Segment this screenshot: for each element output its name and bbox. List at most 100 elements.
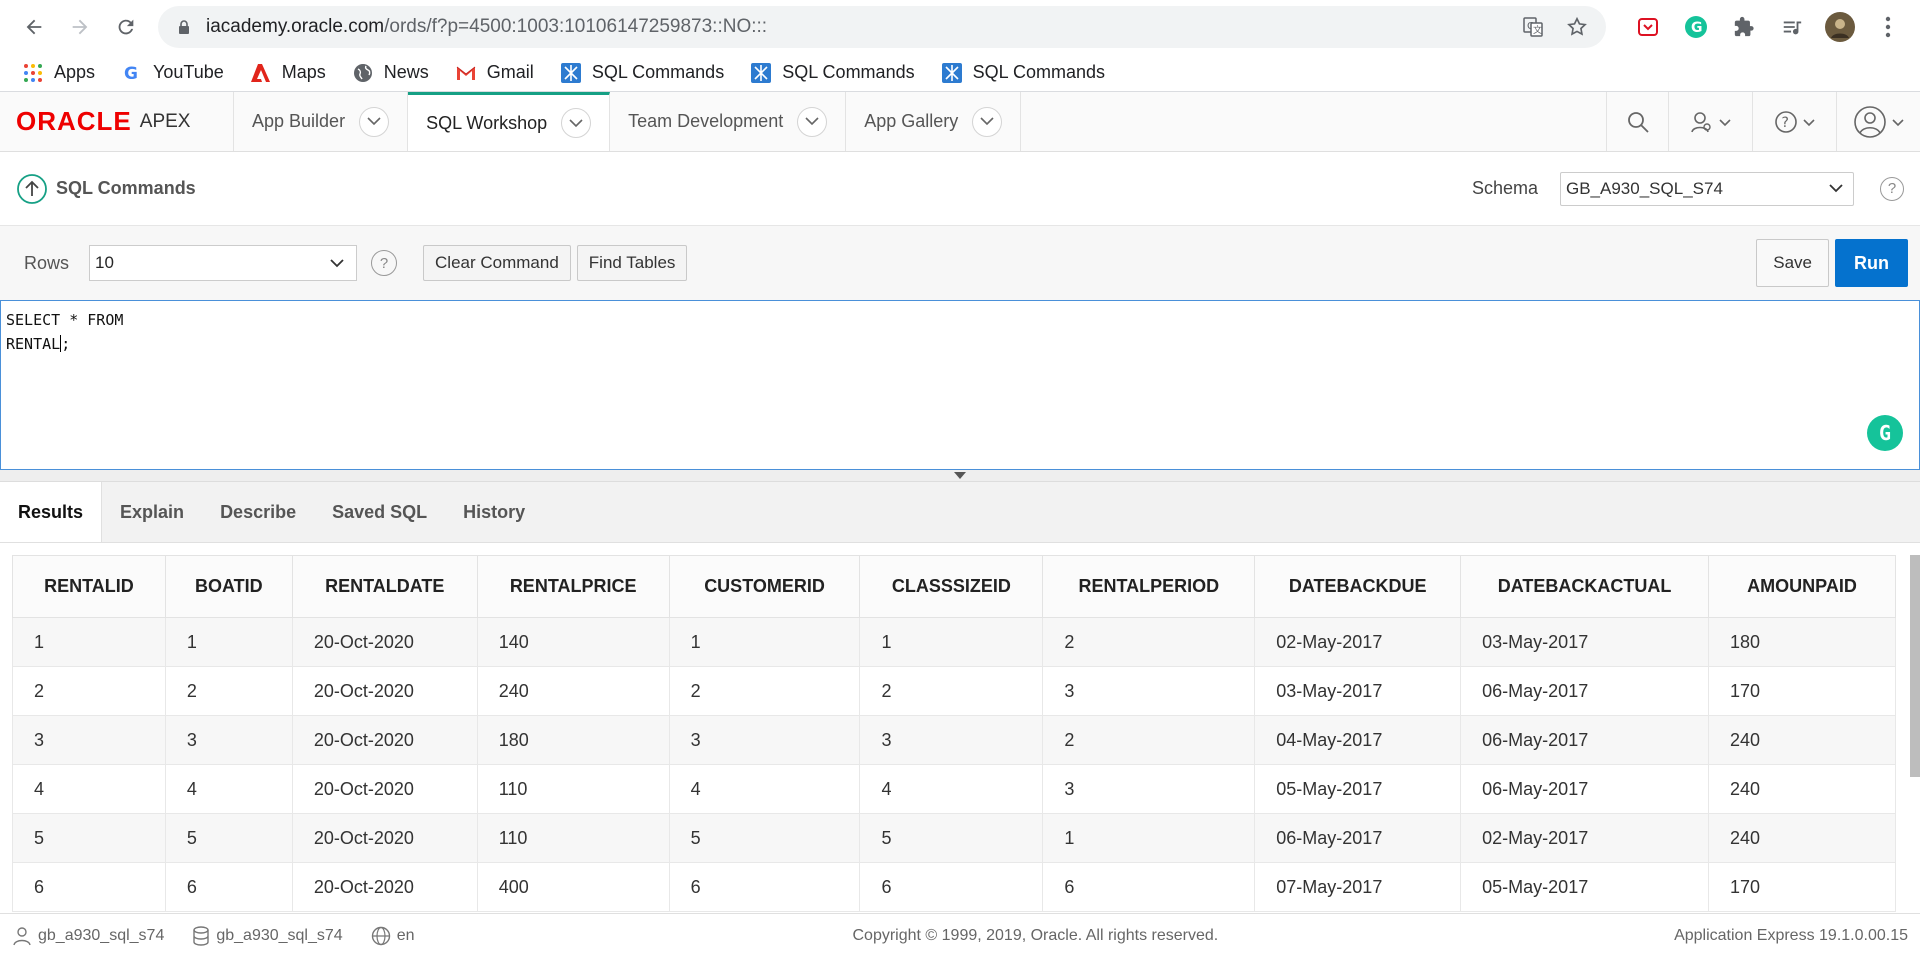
browser-toolbar: iacademy.oracle.com/ords/f?p=4500:1003:1… xyxy=(0,0,1920,54)
clear-command-button[interactable]: Clear Command xyxy=(423,245,571,281)
tab-history[interactable]: History xyxy=(445,482,543,542)
column-header-rentalprice[interactable]: RENTALPRICE xyxy=(476,555,670,618)
column-header-boatid[interactable]: BOATID xyxy=(164,555,293,618)
table-cell: 5 xyxy=(859,813,1044,863)
bookmark-star-icon[interactable] xyxy=(1562,12,1592,42)
chrome-menu-icon[interactable] xyxy=(1870,9,1906,45)
run-button[interactable]: Run xyxy=(1835,239,1908,287)
reload-icon xyxy=(118,19,134,35)
schema-select[interactable]: GB_A930_SQL_S74 xyxy=(1560,171,1854,206)
page-title-bar: SQL Commands Schema GB_A930_SQL_S74 ? xyxy=(0,152,1920,226)
svg-text:G: G xyxy=(1691,20,1703,36)
tab-sql-workshop[interactable]: SQL Workshop xyxy=(408,92,611,151)
bookmark-sql-commands-3[interactable]: SQL Commands xyxy=(941,62,1105,84)
search-button[interactable] xyxy=(1606,92,1668,151)
bookmark-apps[interactable]: Apps xyxy=(22,62,95,84)
column-header-rentaldate[interactable]: RENTALDATE xyxy=(291,555,478,618)
tab-saved-sql[interactable]: Saved SQL xyxy=(314,482,445,542)
bookmark-maps[interactable]: Maps xyxy=(250,62,326,84)
table-cell: 03-May-2017 xyxy=(1254,666,1462,716)
table-cell: 02-May-2017 xyxy=(1254,617,1462,667)
column-header-rentalid[interactable]: RENTALID xyxy=(12,555,166,618)
rows-help-icon[interactable]: ? xyxy=(371,250,398,276)
editor-splitter[interactable] xyxy=(0,470,1920,482)
bookmark-label: Maps xyxy=(281,62,326,82)
bookmark-youtube[interactable]: G YouTube xyxy=(121,62,224,84)
tab-label: App Builder xyxy=(252,111,346,131)
chevron-down-icon[interactable] xyxy=(561,108,592,138)
find-tables-button[interactable]: Find Tables xyxy=(576,245,688,281)
table-cell: 5 xyxy=(12,813,166,863)
column-header-rentalperiod[interactable]: RENTALPERIOD xyxy=(1042,555,1256,618)
vertical-scrollbar[interactable] xyxy=(1910,555,1920,777)
chevron-down-icon[interactable] xyxy=(797,106,828,137)
svg-text:G: G xyxy=(124,64,138,83)
table-cell: 2 xyxy=(668,666,861,716)
back-button[interactable] xyxy=(14,7,54,47)
table-row: 1 1 20-Oct-2020 140 1 1 2 02-May-2017 03-May-201… xyxy=(12,617,1896,667)
google-icon: G xyxy=(121,62,143,84)
tab-describe[interactable]: Describe xyxy=(202,482,314,542)
table-cell: 1 xyxy=(1042,813,1256,863)
column-header-customerid[interactable]: CUSTOMERID xyxy=(668,555,861,618)
forward-button[interactable] xyxy=(60,7,100,47)
grammarly-extension-icon[interactable]: G xyxy=(1678,9,1714,45)
results-table: RENTALID BOATID RENTALDATE RENTALPRICE CUSTO… xyxy=(12,555,1896,912)
schema-value: GB_A930_SQL_S74 xyxy=(1566,178,1723,198)
table-cell: 6 xyxy=(12,862,166,912)
grammarly-icon[interactable]: G xyxy=(1867,415,1903,451)
table-body: 1 1 20-Oct-2020 140 1 1 2 02-May-2017 03-May-201… xyxy=(12,617,1896,912)
table-cell: 170 xyxy=(1708,666,1896,716)
address-bar[interactable]: iacademy.oracle.com/ords/f?p=4500:1003:1… xyxy=(158,6,1606,48)
table-cell: 05-May-2017 xyxy=(1254,764,1462,814)
footer-user: gb_a930_sql_s74 xyxy=(12,926,164,946)
user-avatar-icon xyxy=(1853,105,1904,138)
chevron-down-icon[interactable] xyxy=(972,106,1003,137)
user-admin-icon xyxy=(1690,111,1731,132)
profile-avatar-icon[interactable] xyxy=(1822,9,1858,45)
table-cell: 20-Oct-2020 xyxy=(291,813,478,863)
table-cell: 240 xyxy=(476,666,670,716)
table-cell: 4 xyxy=(859,764,1044,814)
translate-icon[interactable]: G文 xyxy=(1518,12,1548,42)
sql-editor[interactable]: SELECT * FROM RENTAL; G xyxy=(0,300,1920,470)
save-button[interactable]: Save xyxy=(1756,239,1829,287)
schema-help-icon[interactable]: ? xyxy=(1880,176,1904,201)
bookmark-sql-commands-2[interactable]: SQL Commands xyxy=(750,62,915,84)
table-cell: 1 xyxy=(859,617,1044,667)
reload-button[interactable] xyxy=(106,7,146,47)
help-menu-button[interactable]: ? xyxy=(1752,92,1836,151)
footer-language[interactable]: en xyxy=(371,926,414,946)
tab-app-gallery[interactable]: App Gallery xyxy=(846,92,1022,151)
table-row: 5 5 20-Oct-2020 110 5 5 1 06-May-2017 02-May-201… xyxy=(12,813,1896,863)
administration-menu-button[interactable] xyxy=(1668,92,1752,151)
oracle-apex-logo[interactable]: ORACLE APEX xyxy=(0,92,234,151)
help-icon: ? xyxy=(1774,110,1815,133)
puzzle-extensions-icon[interactable] xyxy=(1726,9,1762,45)
up-arrow-circle-icon[interactable] xyxy=(16,173,48,205)
column-header-datebackdue[interactable]: DATEBACKDUE xyxy=(1254,555,1462,618)
user-menu-button[interactable] xyxy=(1836,92,1920,151)
table-row: 2 2 20-Oct-2020 240 2 2 3 03-May-2017 06-May-201… xyxy=(12,666,1896,716)
tab-app-builder[interactable]: App Builder xyxy=(234,92,409,151)
column-header-amounpaid[interactable]: AMOUNPAID xyxy=(1708,555,1896,618)
tab-explain[interactable]: Explain xyxy=(102,482,202,542)
column-header-datebackactual[interactable]: DATEBACKACTUAL xyxy=(1460,555,1710,618)
schema-label: Schema xyxy=(1471,178,1538,198)
chevron-down-icon[interactable] xyxy=(359,106,390,137)
media-queue-icon[interactable] xyxy=(1774,9,1810,45)
svg-text:?: ? xyxy=(1781,115,1788,131)
globe-icon xyxy=(371,926,390,945)
rows-select[interactable]: 10 xyxy=(89,245,358,281)
bookmark-sql-commands-1[interactable]: SQL Commands xyxy=(560,62,724,84)
pocket-extension-icon[interactable] xyxy=(1630,9,1666,45)
gmail-icon xyxy=(455,62,477,84)
tab-results[interactable]: Results xyxy=(0,482,103,542)
apps-grid-icon xyxy=(22,62,44,84)
bookmark-label: Gmail xyxy=(486,62,534,82)
column-header-classsizeid[interactable]: CLASSSIZEID xyxy=(859,555,1044,618)
bookmark-news[interactable]: News xyxy=(352,62,429,84)
bookmark-gmail[interactable]: Gmail xyxy=(455,62,534,84)
tab-label: SQL Workshop xyxy=(426,112,548,133)
tab-team-development[interactable]: Team Development xyxy=(610,92,847,151)
